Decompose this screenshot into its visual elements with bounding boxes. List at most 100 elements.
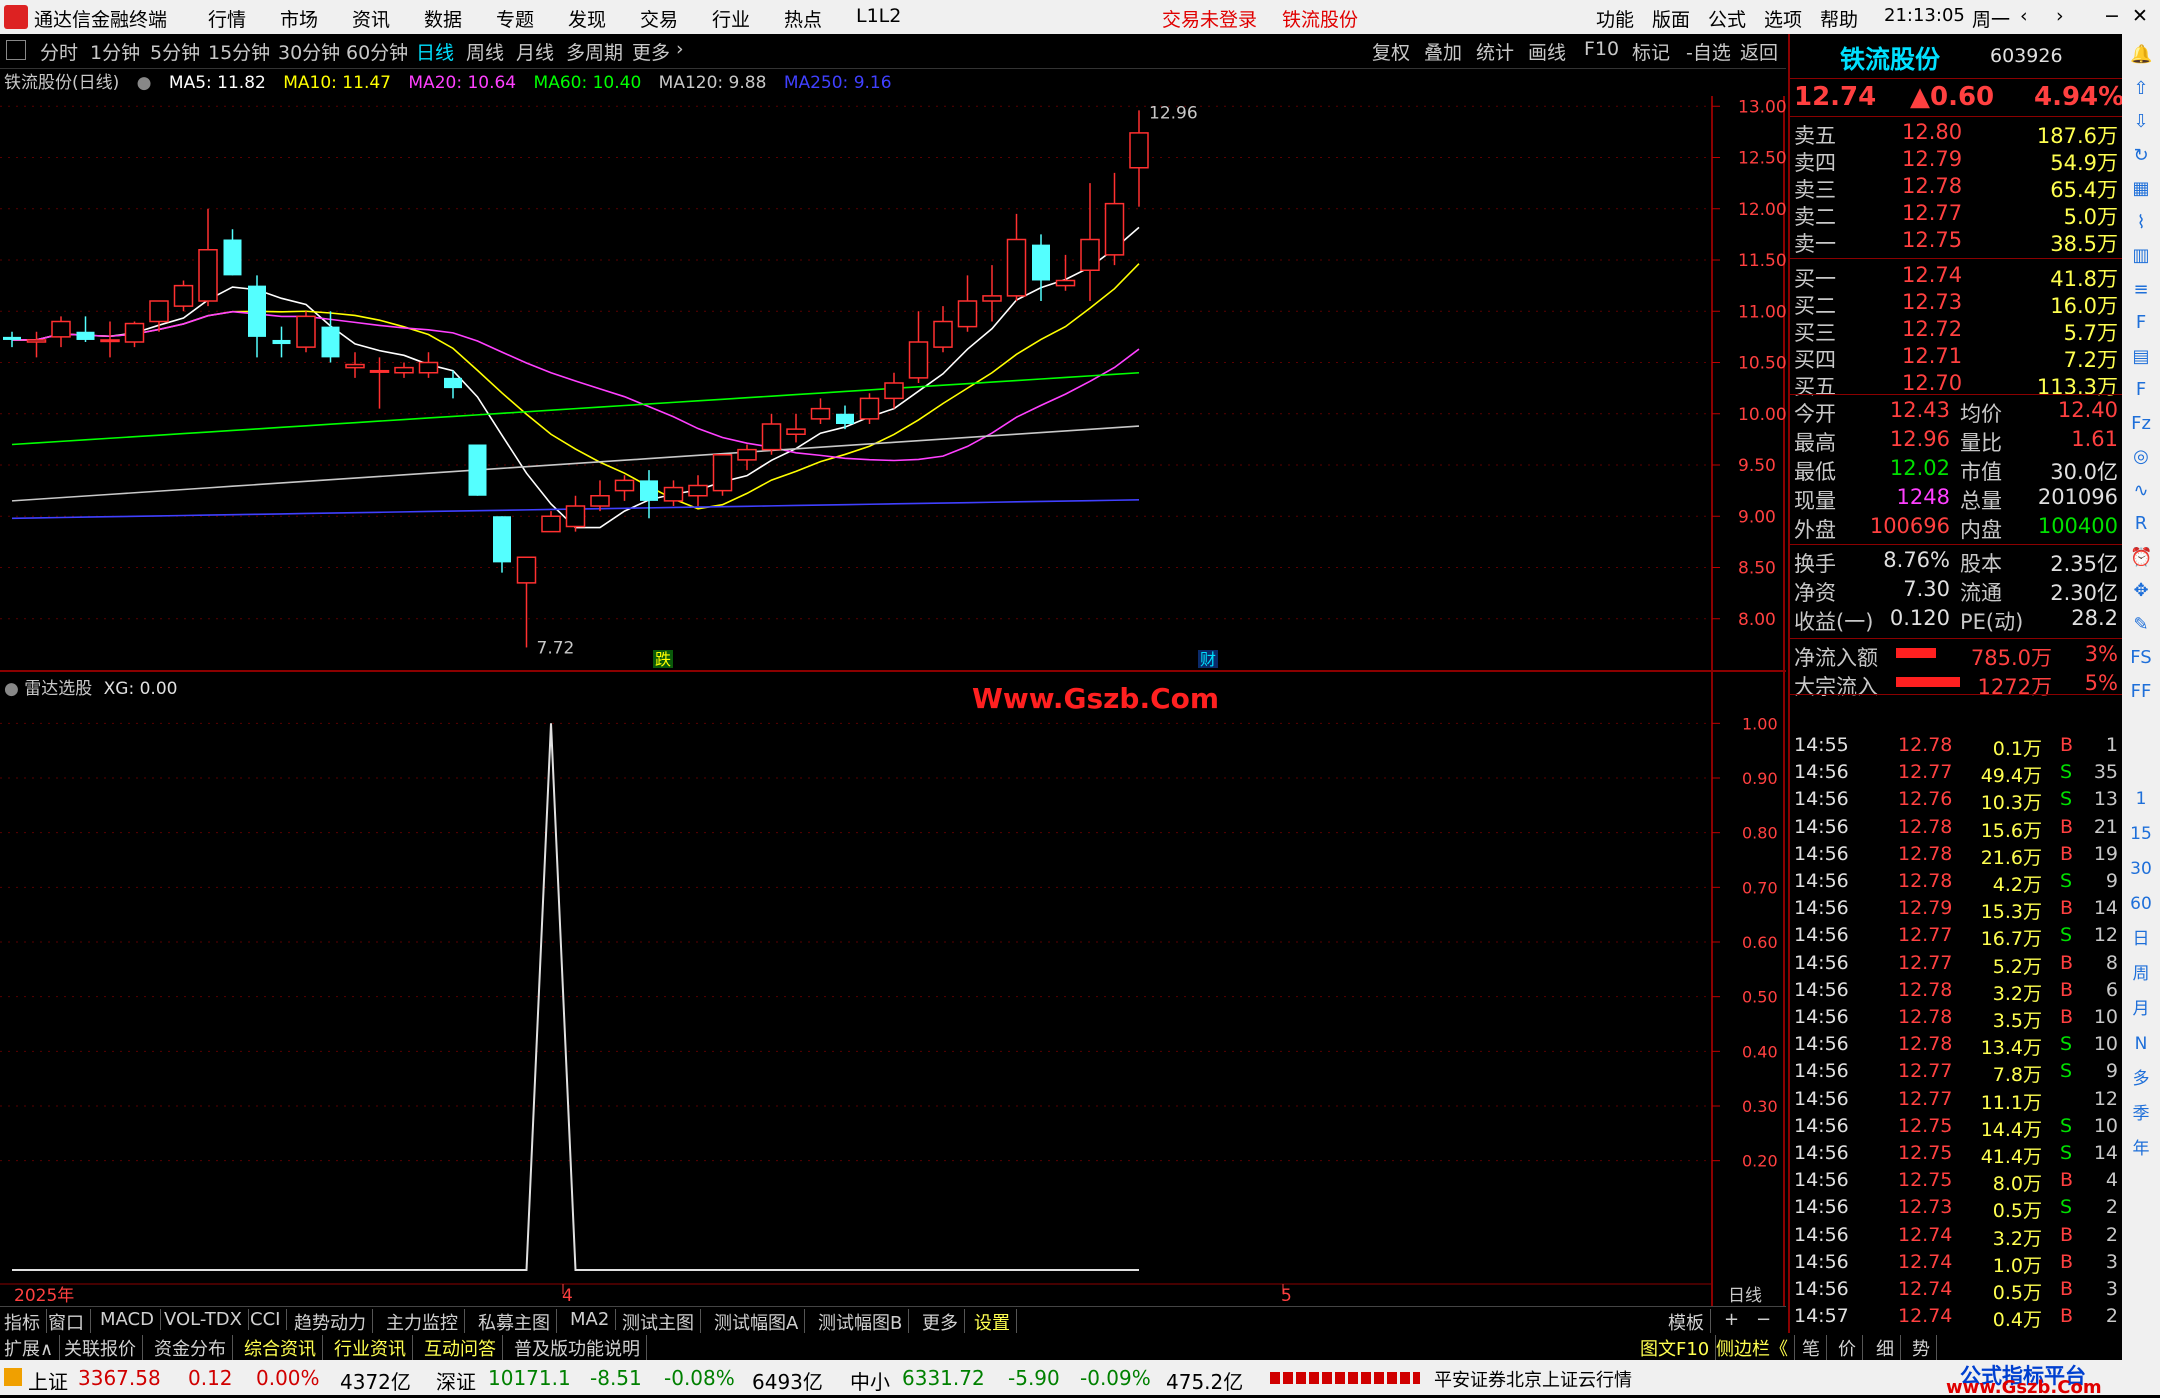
ask-row[interactable]: 卖二 12.77 5.0万 [1792, 201, 2122, 229]
menu-item-news[interactable]: 资讯 [352, 5, 390, 32]
candle[interactable] [908, 311, 929, 383]
remove-pane-button[interactable]: − [1756, 1309, 1777, 1330]
f10-icon[interactable]: F [2130, 312, 2152, 334]
close-icon[interactable]: ✕ [2132, 5, 2148, 27]
period-shortcut-10[interactable]: 年 [2130, 1138, 2152, 1160]
bid-row[interactable]: 买二 12.73 16.0万 [1792, 290, 2122, 318]
candle[interactable] [933, 306, 953, 353]
candle[interactable] [124, 321, 145, 348]
candle[interactable] [394, 362, 414, 378]
event-marker-1[interactable]: 跌 [655, 650, 671, 669]
indicator-tab-13[interactable]: 设置 [974, 1309, 1017, 1335]
period-tab-weekly[interactable]: 周线 [466, 38, 504, 65]
tick-row[interactable]: 14:56 12.78 21.6万 B 19 [1792, 843, 2122, 870]
menu-item-topics[interactable]: 专题 [496, 5, 534, 32]
alarm-icon[interactable]: ⏰ [2130, 547, 2152, 569]
indicator-tab-5[interactable]: 趋势动力 [294, 1309, 373, 1335]
candle[interactable] [1006, 213, 1027, 301]
indicator-tab-10[interactable]: 测试幅图A [714, 1309, 806, 1335]
period-tab-daily[interactable]: 日线 [416, 38, 454, 65]
wave-icon[interactable]: ∿ [2130, 480, 2152, 502]
candle[interactable] [737, 444, 757, 471]
trade-login-notice[interactable]: 交易未登录 [1162, 5, 1257, 32]
candle[interactable] [272, 326, 291, 358]
tick-row[interactable]: 14:56 12.75 41.4万 S 14 [1792, 1142, 2122, 1169]
info-tab-4[interactable]: 行业资讯 [334, 1335, 413, 1361]
period-tab-1min[interactable]: 1分钟 [90, 38, 140, 65]
tick-row[interactable]: 14:56 12.78 13.4万 S 10 [1792, 1033, 2122, 1060]
period-shortcut-7[interactable]: N [2130, 1033, 2152, 1055]
tool-adjust-button[interactable]: 复权 [1372, 38, 1410, 65]
doc-icon[interactable]: ▤ [2130, 346, 2152, 368]
fs-icon[interactable]: FS [2130, 647, 2152, 669]
bid-row[interactable]: 买四 12.71 7.2万 [1792, 344, 2122, 372]
candle[interactable] [26, 331, 47, 358]
list-icon[interactable]: ≡ [2130, 279, 2152, 301]
status-menu-icon[interactable] [4, 1368, 22, 1386]
side-tab-3[interactable]: 价 [1838, 1335, 1863, 1361]
candle[interactable] [1104, 172, 1125, 266]
candle[interactable] [836, 405, 854, 430]
period-tab-timeshare[interactable]: 分时 [40, 38, 78, 65]
candle[interactable] [76, 316, 95, 342]
indicator-tab-8[interactable]: MA2 [570, 1309, 617, 1330]
circle-icon[interactable]: ◎ [2130, 446, 2152, 468]
server-name[interactable]: 平安证券北京上证云行情 [1434, 1366, 1632, 1392]
ask-row[interactable]: 卖三 12.78 65.4万 [1792, 174, 2122, 202]
candle[interactable] [1080, 183, 1100, 301]
fz-icon[interactable]: Fz [2130, 413, 2152, 435]
back-icon[interactable]: ‹ [2020, 5, 2028, 27]
tool-mark-button[interactable]: 标记 [1632, 38, 1670, 65]
tick-row[interactable]: 14:56 12.74 0.5万 B 3 [1792, 1278, 2122, 1305]
indicator-tab-11[interactable]: 测试幅图B [818, 1309, 910, 1335]
tick-row[interactable]: 14:56 12.76 10.3万 S 13 [1792, 788, 2122, 815]
indicator-tab-6[interactable]: 主力监控 [386, 1309, 465, 1335]
candle[interactable] [1055, 254, 1076, 291]
sh-index-label[interactable]: 上证 [28, 1366, 68, 1395]
period-tab-15min[interactable]: 15分钟 [208, 38, 270, 65]
candle[interactable] [418, 352, 439, 378]
candle[interactable] [51, 316, 71, 348]
event-marker-2[interactable]: 财 [1200, 650, 1216, 669]
candle[interactable] [248, 275, 266, 358]
pen-icon[interactable]: ✎ [2130, 614, 2152, 636]
candle[interactable] [590, 480, 610, 512]
tick-row[interactable]: 14:57 12.74 0.4万 B 2 [1792, 1305, 2122, 1332]
period-tab-60min[interactable]: 60分钟 [346, 38, 408, 65]
tick-row[interactable]: 14:56 12.77 5.2万 B 8 [1792, 952, 2122, 979]
info-tab-6[interactable]: 普及版功能说明 [514, 1335, 647, 1361]
f-icon[interactable]: F [2130, 379, 2152, 401]
side-tab-1[interactable]: 侧边栏《 [1716, 1335, 1795, 1361]
period-shortcut-2[interactable]: 30 [2130, 858, 2152, 880]
menu-item-help[interactable]: 帮助 [1820, 5, 1858, 32]
tick-row[interactable]: 14:55 12.78 0.1万 B 1 [1792, 734, 2122, 761]
tick-list[interactable]: 14:55 12.78 0.1万 B 1 14:56 12.77 49.4万 S 35 14:56 1… [1790, 694, 2124, 1360]
toggle-panel-icon[interactable] [6, 40, 26, 60]
period-tab-multi[interactable]: 多周期 [566, 38, 623, 65]
chevron-right-icon[interactable]: › [676, 38, 684, 60]
info-tab-5[interactable]: 互动问答 [424, 1335, 503, 1361]
period-shortcut-9[interactable]: 季 [2130, 1103, 2152, 1125]
menu-item-l1l2[interactable]: L1L2 [856, 5, 901, 27]
candle[interactable] [493, 516, 511, 573]
move-icon[interactable]: ✥ [2130, 580, 2152, 602]
template-button[interactable]: 模板 [1668, 1309, 1711, 1335]
tick-row[interactable]: 14:56 12.74 3.2万 B 2 [1792, 1224, 2122, 1251]
menu-item-data[interactable]: 数据 [424, 5, 462, 32]
tick-row[interactable]: 14:56 12.78 4.2万 S 9 [1792, 870, 2122, 897]
candle[interactable] [345, 352, 365, 378]
tick-row[interactable]: 14:56 12.78 3.2万 B 6 [1792, 979, 2122, 1006]
candle[interactable] [3, 331, 21, 348]
candle[interactable] [957, 275, 978, 332]
candle[interactable] [688, 475, 708, 506]
tool-watchlist-button[interactable]: -自选 [1686, 38, 1731, 65]
candle[interactable] [516, 556, 537, 648]
tick-row[interactable]: 14:56 12.79 15.3万 B 14 [1792, 897, 2122, 924]
refresh-icon[interactable]: ↻ [2130, 145, 2152, 167]
forward-icon[interactable]: › [2056, 5, 2064, 27]
indicator-tab-0[interactable]: 指标 [4, 1309, 47, 1335]
candle[interactable] [614, 475, 635, 501]
period-tab-more[interactable]: 更多 [632, 38, 670, 65]
side-tab-2[interactable]: 笔 [1802, 1335, 1827, 1361]
candlestick-chart[interactable]: 13.00 12.50 12.00 11.50 11.00 10.50 10.00 9.50 9… [0, 96, 1786, 670]
